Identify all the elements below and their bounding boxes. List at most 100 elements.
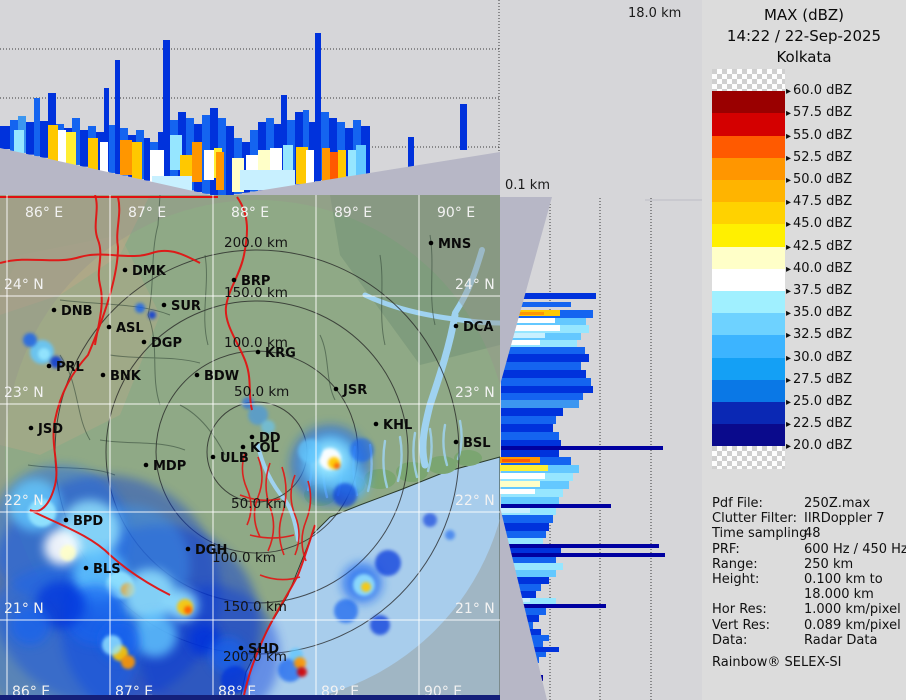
lat-label: 24° N — [4, 277, 44, 293]
echo-bar — [501, 531, 546, 538]
echo-blob — [60, 545, 76, 561]
echo-blob — [423, 513, 437, 527]
legend-swatch — [712, 224, 785, 247]
software-brand: Rainbow® SELEX-SI — [712, 655, 842, 671]
legend-swatch — [712, 335, 785, 358]
echo-bar — [144, 138, 150, 181]
legend-value-label: ▸ 37.5 dBZ — [786, 283, 853, 298]
legend-swatch — [712, 113, 785, 136]
echo-bar — [34, 98, 40, 157]
tick-arrow-icon: ▸ — [786, 241, 792, 253]
tick-arrow-icon: ▸ — [786, 397, 792, 408]
metadata-label: Data: — [712, 632, 748, 648]
echo-blob — [334, 599, 358, 623]
legend-value-label: ▸ 45.0 dBZ — [786, 216, 853, 232]
echo-bar — [26, 122, 34, 155]
echo-core — [356, 145, 366, 178]
city-label: JSD — [37, 422, 63, 437]
product-title: MAX (dBZ) 14:22 / 22-Sep-2025 Kolkata — [702, 5, 906, 68]
echo-bar — [501, 432, 559, 440]
echo-bar — [501, 362, 581, 370]
legend-swatch — [712, 313, 785, 336]
city-dot — [161, 302, 167, 308]
tick-arrow-icon: ▸ — [786, 441, 792, 453]
city-dot — [255, 349, 261, 355]
legend-swatch — [712, 291, 785, 314]
echo-blob — [294, 657, 306, 669]
product-metadata: Pdf File: 250Z.max Clutter Filter: IIRDoppl… — [712, 496, 906, 671]
legend-swatch — [712, 357, 785, 380]
echo-bar — [501, 378, 591, 386]
echo-core — [500, 489, 535, 494]
legend-swatch — [712, 91, 785, 114]
tick-arrow-icon: ▸ — [786, 308, 792, 320]
echo-blob — [184, 606, 192, 614]
echo-bar — [501, 504, 611, 508]
metadata-value: 1.000 km/pixel — [804, 602, 901, 618]
legend-swatch — [712, 446, 785, 469]
metadata-value: 250Z.max — [804, 496, 871, 511]
legend-panel: MAX (dBZ) 14:22 / 22-Sep-2025 Kolkata ▸ 6… — [702, 0, 906, 700]
metadata-row: Time sampling:48 — [712, 526, 902, 541]
legend-swatch — [712, 180, 785, 203]
echo-core — [306, 150, 314, 185]
legend-swatch — [712, 268, 785, 291]
metadata-row: Vert Res: 0.089 km/pixel — [712, 618, 902, 633]
legend-swatch — [712, 202, 785, 225]
metadata-row: Clutter Filter: IIRDoppler 7 — [712, 511, 902, 526]
echo-blob — [148, 311, 156, 319]
legend-value-label: ▸ 35.0 dBZ — [786, 305, 853, 321]
city-dot — [428, 240, 434, 246]
city-label: MDP — [153, 459, 186, 474]
tick-arrow-icon: ▸ — [786, 86, 792, 98]
echo-blob — [23, 333, 37, 347]
city-label: PRL — [56, 360, 84, 375]
legend-value-label: ▸ 30.0 dBZ — [786, 349, 853, 365]
city-label: SHD — [248, 642, 279, 657]
metadata-row: Data: Radar Data — [712, 633, 902, 648]
echo-bar — [501, 347, 585, 354]
legend-value-label: ▸ 32.5 dBZ — [786, 327, 853, 343]
echo-blob — [333, 483, 357, 507]
lat-label: 24° N — [455, 277, 495, 293]
tick-arrow-icon: ▸ — [786, 108, 792, 120]
metadata-row: Hor Res: 1.000 km/pixel — [712, 602, 902, 617]
metadata-label: Pdf File: — [712, 496, 763, 511]
legend-value-label: ▸ 42.5 dBZ — [786, 238, 853, 254]
city-label: BNK — [110, 369, 142, 384]
echo-blob — [135, 303, 145, 313]
echo-blob — [445, 530, 455, 540]
metadata-label: Height: — [712, 572, 760, 588]
echo-core — [132, 142, 142, 180]
city-dot — [231, 277, 237, 283]
echo-core — [500, 508, 530, 513]
metadata-value: 18.000 km — [804, 587, 874, 603]
tick-arrow-icon: ▸ — [786, 374, 792, 386]
city-dot — [194, 372, 200, 378]
tick-arrow-icon: ▸ — [786, 219, 792, 231]
echo-bar — [315, 33, 321, 182]
echo-blob — [334, 463, 340, 469]
city-label: DGH — [195, 543, 227, 558]
tick-arrow-icon: ▸ — [786, 330, 792, 342]
tick-arrow-icon: ▸ — [786, 197, 792, 209]
city-label: KHL — [383, 418, 412, 433]
metadata-value: IIRDoppler 7 — [804, 511, 885, 527]
echo-bar — [460, 104, 467, 150]
echo-bar — [80, 130, 88, 167]
echo-blob — [44, 529, 80, 565]
ring-label: 150.0 km — [223, 599, 287, 615]
tick-arrow-icon: ▸ — [786, 130, 792, 142]
legend-value-label: ▸ 55.0 dBZ — [786, 127, 853, 143]
echo-blob — [375, 550, 401, 576]
metadata-label: Hor Res: — [712, 602, 767, 618]
lon-label: 86° E — [25, 205, 63, 221]
metadata-label: Range: — [712, 556, 758, 572]
city-label: BDW — [204, 369, 239, 384]
map-bottom-strip — [0, 695, 500, 700]
echo-bar — [501, 446, 663, 450]
city-dot — [240, 444, 246, 450]
legend-value-label: ▸ 57.5 dBZ — [786, 105, 853, 121]
city-label: ASL — [116, 321, 144, 336]
echo-bar — [501, 424, 553, 432]
